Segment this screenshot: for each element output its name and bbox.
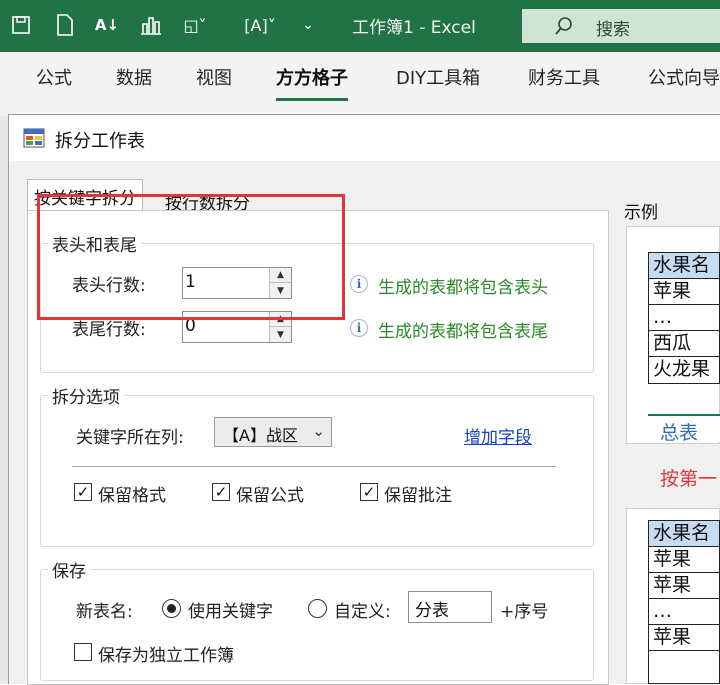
header-hint: 生成的表都将包含表头 bbox=[378, 278, 548, 298]
keep-format-checkbox[interactable]: ✓ bbox=[74, 483, 92, 501]
save-independent-checkbox[interactable]: ✓ bbox=[74, 643, 92, 661]
example-cell: 火龙果 bbox=[653, 358, 711, 380]
spin-down-icon[interactable]: ▼ bbox=[270, 327, 291, 342]
use-keyword-radio[interactable] bbox=[162, 599, 181, 618]
dialog-title: 拆分工作表 bbox=[55, 131, 145, 152]
example-table-1: 水果名 苹果 … 西瓜 火龙果 bbox=[648, 252, 720, 384]
info-icon: i bbox=[350, 275, 368, 293]
ribbon-tab-bar: 公式 数据 视图 方方格子 DIY工具箱 财务工具 公式向导 bbox=[0, 52, 720, 102]
new-name-label: 新表名: bbox=[76, 602, 133, 622]
example-cell: 苹果 bbox=[649, 279, 719, 305]
customize-toolbar-icon[interactable]: ⌄ bbox=[298, 10, 318, 40]
custom-name-input[interactable]: 分表 bbox=[408, 591, 492, 623]
keyword-column-value: 【A】战区 bbox=[223, 426, 298, 445]
ribbon-tab-fangfang[interactable]: 方方格子 bbox=[276, 64, 348, 101]
dialog-titlebar: 拆分工作表 bbox=[9, 115, 720, 161]
window-title: 工作簿1 - Excel bbox=[352, 18, 476, 38]
ribbon-tab-diy-toolbox[interactable]: DIY工具箱 bbox=[396, 64, 480, 90]
example-cell: 水果名 bbox=[649, 521, 719, 547]
new-file-icon[interactable] bbox=[52, 10, 78, 40]
example-sheet-tab-bar: 总表 bbox=[648, 414, 720, 444]
footer-hint: 生成的表都将包含表尾 bbox=[378, 322, 548, 342]
example-label: 示例 bbox=[624, 203, 658, 223]
info-icon: i bbox=[350, 319, 368, 337]
split-options-group-title: 拆分选项 bbox=[48, 383, 124, 408]
red-highlight-box bbox=[37, 194, 345, 320]
example-cell: 苹果 bbox=[649, 547, 719, 573]
ribbon-tab-data[interactable]: 数据 bbox=[116, 64, 152, 90]
chevron-down-icon: ⌄ bbox=[312, 422, 325, 440]
keep-comment-checkbox[interactable]: ✓ bbox=[360, 483, 378, 501]
dialog-app-icon bbox=[23, 128, 45, 148]
keep-format-label: 保留格式 bbox=[98, 486, 166, 506]
example-cell: … bbox=[649, 599, 719, 625]
textbox-icon[interactable]: [A]˅ bbox=[236, 10, 284, 40]
keep-formula-label: 保留公式 bbox=[236, 486, 304, 506]
example-sheet-tab: 总表 bbox=[660, 422, 699, 444]
keep-comment-label: 保留批注 bbox=[384, 486, 452, 506]
ribbon-tab-view[interactable]: 视图 bbox=[196, 64, 232, 90]
keyword-column-label: 关键字所在列: bbox=[76, 428, 184, 448]
ribbon-tab-formula-wizard[interactable]: 公式向导 bbox=[648, 64, 720, 90]
save-group-title: 保存 bbox=[48, 557, 90, 582]
split-sheet-dialog: 拆分工作表 按关键字拆分 按行数拆分 表头和表尾 表头行数: 1 ▲ ▼ i 生… bbox=[8, 114, 720, 685]
save-independent-label: 保存为独立工作簿 bbox=[98, 646, 234, 666]
example-cell: 苹果 bbox=[649, 573, 719, 599]
example-table-2: 水果名 苹果 苹果 … 苹果 bbox=[648, 520, 720, 684]
add-field-link[interactable]: 增加字段 bbox=[464, 423, 532, 448]
use-keyword-label: 使用关键字 bbox=[188, 602, 273, 622]
sort-az-icon[interactable]: A↓ bbox=[92, 10, 122, 40]
custom-name-value: 分表 bbox=[415, 601, 449, 621]
search-label: 搜索 bbox=[596, 20, 630, 40]
excel-title-bar: A↓ ◱˅ [A]˅ ⌄ 工作簿1 - Excel 搜索 bbox=[0, 0, 720, 52]
example-cell: 水果名 bbox=[649, 253, 719, 279]
divider bbox=[72, 466, 556, 467]
shapes-icon[interactable]: ◱˅ bbox=[176, 10, 214, 40]
save-icon[interactable] bbox=[6, 10, 36, 40]
keep-formula-checkbox[interactable]: ✓ bbox=[212, 483, 230, 501]
example-cell: 西瓜 bbox=[649, 331, 719, 357]
custom-name-label: 自定义: bbox=[334, 602, 391, 622]
ribbon-tab-formulas[interactable]: 公式 bbox=[36, 64, 72, 90]
keyword-column-select[interactable]: 【A】战区 ⌄ bbox=[214, 417, 332, 447]
search-box[interactable]: 搜索 bbox=[522, 9, 720, 43]
custom-name-radio[interactable] bbox=[308, 599, 327, 618]
chart-icon[interactable] bbox=[136, 10, 166, 40]
example-cell: 苹果 bbox=[649, 625, 719, 651]
example-caption: 按第一 bbox=[660, 468, 718, 490]
ribbon-tab-finance-tools[interactable]: 财务工具 bbox=[528, 64, 600, 90]
example-cell: … bbox=[649, 305, 719, 331]
search-icon bbox=[555, 17, 572, 35]
sequence-suffix-label: +序号 bbox=[500, 602, 549, 622]
